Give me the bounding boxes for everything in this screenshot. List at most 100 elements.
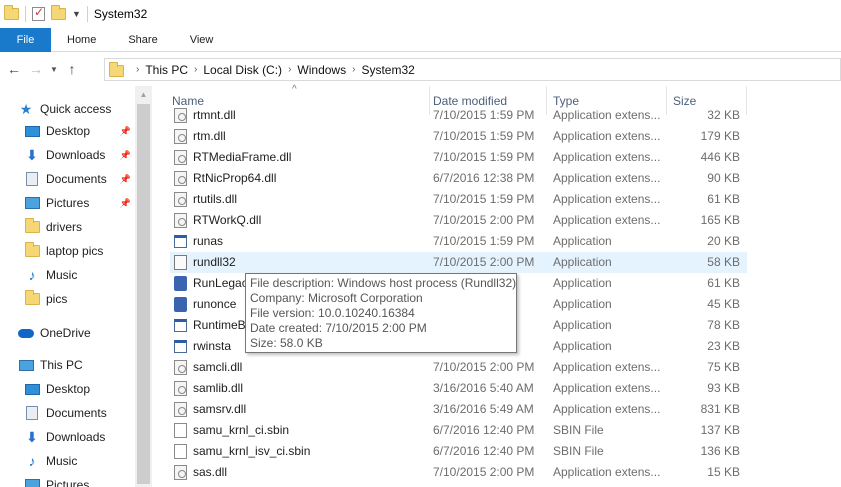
sidebar-item-pics[interactable]: pics — [24, 288, 135, 310]
file-size: 179 KB — [700, 129, 740, 143]
file-size: 90 KB — [707, 171, 740, 185]
file-size: 165 KB — [700, 213, 740, 227]
sidebar-item-pc-music[interactable]: ♪ Music — [24, 450, 135, 472]
breadcrumb-separator-icon[interactable]: › — [288, 64, 291, 75]
sidebar-item-drivers[interactable]: drivers — [24, 216, 135, 238]
nav-label: OneDrive — [40, 326, 91, 340]
onedrive-icon — [18, 326, 34, 340]
file-size: 78 KB — [707, 318, 740, 332]
dll-file-icon — [174, 108, 187, 123]
folder-icon — [109, 62, 124, 77]
file-row[interactable]: samu_krnl_ci.sbin 6/7/2016 12:40 PM SBIN F… — [170, 420, 747, 441]
file-row[interactable]: samcli.dll 7/10/2015 2:00 PM Application e… — [170, 357, 747, 378]
application-icon — [174, 319, 187, 332]
recent-locations-chevron-icon[interactable]: ▼ — [47, 65, 61, 74]
window-title: System32 — [93, 7, 148, 21]
file-size: 20 KB — [707, 234, 740, 248]
nav-pane-scrollbar[interactable]: ▲ — [135, 86, 152, 487]
file-name: samu_krnl_ci.sbin — [193, 423, 290, 437]
scrollbar-thumb[interactable] — [137, 104, 150, 484]
file-type: Application — [553, 318, 612, 332]
dll-file-icon — [174, 171, 187, 186]
application-icon — [174, 235, 187, 248]
sidebar-item-pc-documents[interactable]: Documents — [24, 402, 135, 424]
folder-icon — [4, 5, 19, 20]
new-folder-icon[interactable] — [51, 5, 66, 20]
file-size: 45 KB — [707, 297, 740, 311]
file-row[interactable]: rtutils.dll 7/10/2015 1:59 PM Application … — [170, 189, 747, 210]
breadcrumb-separator-icon[interactable]: › — [136, 64, 139, 75]
folder-icon — [24, 218, 40, 234]
file-size: 137 KB — [700, 423, 740, 437]
address-bar[interactable]: › This PC › Local Disk (C:) › Windows › … — [104, 58, 841, 81]
sidebar-item-pictures[interactable]: Pictures 📌 — [24, 192, 135, 214]
file-date: 7/10/2015 2:00 PM — [433, 465, 535, 479]
sidebar-item-laptop-pics[interactable]: laptop pics — [24, 240, 135, 262]
breadcrumb-separator-icon[interactable]: › — [352, 64, 355, 75]
file-name: RTMediaFrame.dll — [193, 150, 292, 164]
tab-share[interactable]: Share — [112, 28, 173, 52]
file-type: SBIN File — [553, 423, 604, 437]
sidebar-item-downloads[interactable]: ⬇ Downloads 📌 — [24, 144, 135, 166]
sidebar-item-pc-desktop[interactable]: Desktop — [24, 378, 135, 400]
sidebar-item-documents[interactable]: Documents 📌 — [24, 168, 135, 190]
file-name: rtutils.dll — [193, 192, 238, 206]
file-size: 23 KB — [707, 339, 740, 353]
file-row[interactable]: rtmnt.dll 7/10/2015 1:59 PM Application ex… — [170, 108, 747, 126]
file-type: Application — [553, 297, 612, 311]
folder-icon — [24, 242, 40, 258]
file-info-tooltip: File description: Windows host process (… — [245, 273, 517, 353]
breadcrumb-this-pc[interactable]: This PC — [145, 63, 188, 77]
nav-label: Pictures — [46, 478, 90, 487]
file-date: 7/10/2015 1:59 PM — [433, 108, 535, 122]
file-size: 136 KB — [700, 444, 740, 458]
properties-icon[interactable] — [32, 5, 45, 21]
nav-this-pc[interactable]: This PC — [18, 354, 135, 376]
sbin-file-icon — [174, 444, 187, 459]
tab-home[interactable]: Home — [51, 28, 112, 52]
pin-icon: 📌 — [119, 173, 131, 184]
breadcrumb-separator-icon[interactable]: › — [194, 64, 197, 75]
file-row[interactable]: samsrv.dll 3/16/2016 5:49 AM Application e… — [170, 399, 747, 420]
file-row[interactable]: samlib.dll 3/16/2016 5:40 AM Application e… — [170, 378, 747, 399]
scroll-up-arrow-icon[interactable]: ▲ — [135, 86, 152, 103]
file-date: 7/10/2015 1:59 PM — [433, 150, 535, 164]
music-icon: ♪ — [28, 267, 36, 283]
file-row[interactable]: RTMediaFrame.dll 7/10/2015 1:59 PM Applica… — [170, 147, 747, 168]
forward-arrow-icon[interactable]: → — [25, 61, 47, 77]
file-row[interactable]: rundll32 7/10/2015 2:00 PM Application 58 K… — [170, 252, 747, 273]
pictures-icon — [24, 196, 40, 210]
breadcrumb-windows[interactable]: Windows — [297, 63, 346, 77]
file-name: runonce — [193, 297, 237, 311]
file-row[interactable]: RtNicProp64.dll 6/7/2016 12:38 PM Applicat… — [170, 168, 747, 189]
this-pc-icon — [18, 358, 34, 372]
sidebar-item-desktop[interactable]: Desktop 📌 — [24, 120, 135, 142]
file-row[interactable]: runas 7/10/2015 1:59 PM Application 20 KB — [170, 231, 747, 252]
file-name: rtmnt.dll — [193, 108, 236, 122]
file-date: 6/7/2016 12:40 PM — [433, 444, 535, 458]
tab-file[interactable]: File — [0, 28, 51, 52]
nav-quick-access[interactable]: ★ Quick access — [18, 98, 135, 120]
ribbon-tabs: File Home Share View — [0, 28, 841, 52]
file-size: 93 KB — [707, 381, 740, 395]
up-arrow-icon[interactable]: ↑ — [61, 61, 83, 77]
file-type: Application extens... — [553, 192, 661, 206]
sidebar-item-pc-downloads[interactable]: ⬇ Downloads — [24, 426, 135, 448]
back-arrow-icon[interactable]: ← — [3, 61, 25, 77]
pin-icon: 📌 — [119, 125, 131, 136]
sidebar-item-pc-pictures[interactable]: Pictures — [24, 474, 135, 487]
tab-view[interactable]: View — [174, 28, 230, 52]
file-row[interactable]: samu_krnl_isv_ci.sbin 6/7/2016 12:40 PM SB… — [170, 441, 747, 462]
file-size: 446 KB — [700, 150, 740, 164]
sidebar-item-music[interactable]: ♪ Music — [24, 264, 135, 286]
nav-onedrive[interactable]: OneDrive — [18, 322, 135, 344]
customize-toolbar-dropdown-icon[interactable]: ▼ — [72, 9, 81, 19]
file-name: RuntimeB — [193, 318, 246, 332]
breadcrumb-local-disk[interactable]: Local Disk (C:) — [203, 63, 282, 77]
file-row[interactable]: sas.dll 7/10/2015 2:00 PM Application exte… — [170, 462, 747, 483]
file-row[interactable]: rtm.dll 7/10/2015 1:59 PM Application exte… — [170, 126, 747, 147]
downloads-icon: ⬇ — [26, 146, 38, 163]
file-row[interactable]: RTWorkQ.dll 7/10/2015 2:00 PM Application … — [170, 210, 747, 231]
navigation-bar: ← → ▼ ↑ › This PC › Local Disk (C:) › Wi… — [0, 52, 841, 86]
breadcrumb-system32[interactable]: System32 — [361, 63, 414, 77]
